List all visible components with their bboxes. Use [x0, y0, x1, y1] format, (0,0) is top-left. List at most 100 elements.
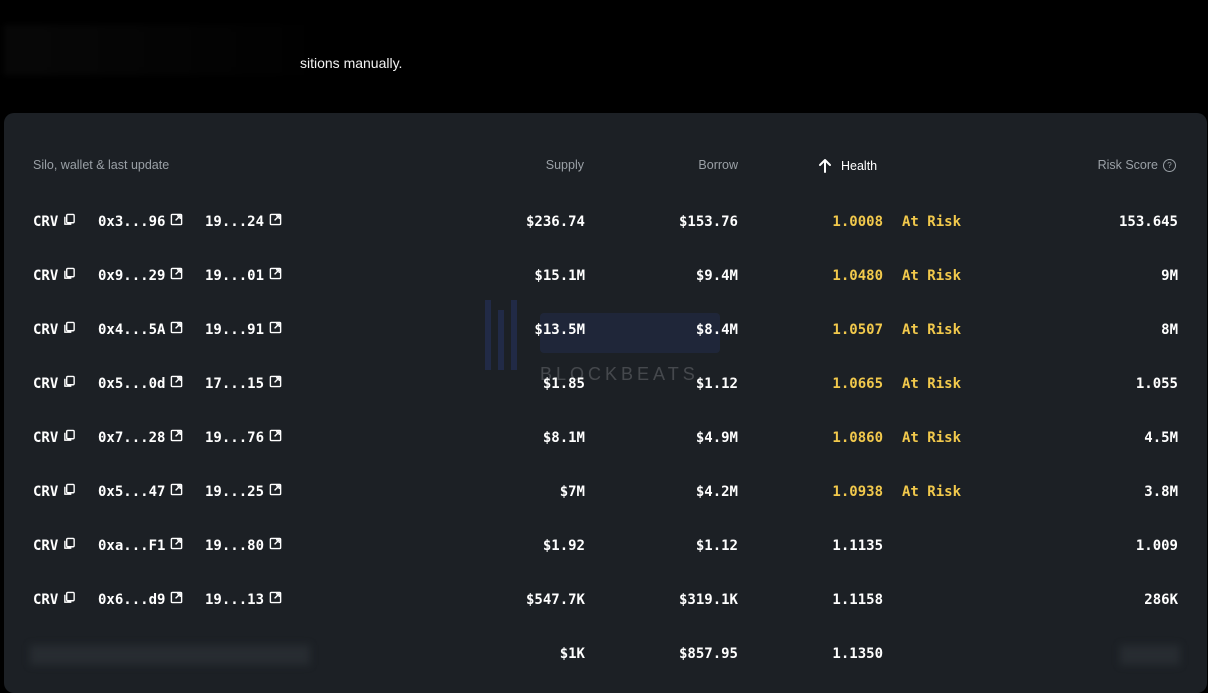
help-icon[interactable]: ?	[1163, 158, 1176, 172]
table-row[interactable]: CRV 0x6...d9 19...13 $547.7K $319.1K 1.1158 28…	[4, 573, 1207, 627]
table-row[interactable]: CRV 0x5...0d 17...15 $1.85 $1.12 1.0665 At Ris…	[4, 357, 1207, 411]
external-link-icon[interactable]	[170, 303, 183, 357]
asset-cell: CRV	[33, 195, 76, 249]
last-update[interactable]: 19...76	[205, 411, 264, 465]
risk-score-value: 153.645	[1118, 214, 1178, 230]
asset-label: CRV	[33, 592, 59, 608]
table-row[interactable]: CRV 0x9...29 19...01 $15.1M $9.4M 1.0480 At Ri…	[4, 249, 1207, 303]
external-link-icon[interactable]	[170, 249, 183, 303]
table-row[interactable]: CRV 0x4...5A 19...91 $13.5M $8.4M 1.0507 At Ri…	[4, 303, 1207, 357]
header-risk-label: Risk Score	[1097, 158, 1158, 172]
asset-cell: CRV	[33, 465, 76, 519]
external-link-icon[interactable]	[269, 465, 282, 519]
last-update[interactable]: 19...01	[205, 249, 264, 303]
wallet-address[interactable]: 0x7...28	[98, 411, 165, 465]
wallet-address[interactable]: 0x9...29	[98, 249, 165, 303]
borrow-value: $4.2M	[695, 484, 738, 500]
external-link-icon[interactable]	[170, 411, 183, 465]
last-update[interactable]: 17...15	[205, 357, 264, 411]
asset-label: CRV	[33, 538, 59, 554]
copy-icon[interactable]	[63, 249, 76, 303]
wallet-address[interactable]: 0x5...0d	[98, 357, 165, 411]
update-cell: 19...91	[205, 303, 282, 357]
external-link-icon[interactable]	[269, 357, 282, 411]
external-link-icon[interactable]	[269, 195, 282, 249]
external-link-icon[interactable]	[170, 357, 183, 411]
health-value: 1.0480	[832, 268, 883, 284]
table-row[interactable]: CRV 0x7...28 19...76 $8.1M $4.9M 1.0860 At Ris…	[4, 411, 1207, 465]
external-link-icon[interactable]	[269, 411, 282, 465]
blurred-row-text-right	[1120, 645, 1180, 665]
external-link-icon[interactable]	[269, 303, 282, 357]
copy-icon[interactable]	[63, 465, 76, 519]
borrow-value: $857.95	[678, 646, 738, 662]
external-link-icon[interactable]	[170, 519, 183, 573]
status-badge: At Risk	[902, 214, 962, 230]
wallet-cell: 0xa...F1	[98, 519, 183, 573]
external-link-icon[interactable]	[269, 573, 282, 627]
blurred-row-text	[30, 645, 310, 665]
external-link-icon[interactable]	[269, 519, 282, 573]
table-row[interactable]: CRV 0x5...47 19...25 $7M $4.2M 1.0938 At Risk 3…	[4, 465, 1207, 519]
supply-value: $547.7K	[525, 592, 585, 608]
supply-value: $7M	[559, 484, 585, 500]
health-value: 1.0860	[832, 430, 883, 446]
borrow-value: $1.12	[695, 538, 738, 554]
wallet-address[interactable]: 0x5...47	[98, 465, 165, 519]
header-health-label: Health	[841, 159, 878, 173]
asset-label: CRV	[33, 430, 59, 446]
health-value: 1.1135	[832, 538, 883, 554]
header-supply[interactable]: Supply	[546, 158, 584, 172]
wallet-cell: 0x5...0d	[98, 357, 183, 411]
health-value: 1.0008	[832, 214, 883, 230]
asset-label: CRV	[33, 214, 59, 230]
external-link-icon[interactable]	[170, 465, 183, 519]
blurred-intro-text	[4, 25, 304, 75]
supply-value: $1.85	[542, 376, 585, 392]
copy-icon[interactable]	[63, 573, 76, 627]
wallet-cell: 0x5...47	[98, 465, 183, 519]
last-update[interactable]: 19...80	[205, 519, 264, 573]
asset-cell: CRV	[33, 249, 76, 303]
last-update[interactable]: 19...24	[205, 195, 264, 249]
header-risk-score[interactable]: Risk Score ?	[1098, 158, 1176, 172]
copy-icon[interactable]	[63, 303, 76, 357]
risk-score-value: 8M	[1161, 322, 1178, 338]
wallet-address[interactable]: 0xa...F1	[98, 519, 165, 573]
status-badge: At Risk	[902, 376, 962, 392]
last-update[interactable]: 19...13	[205, 573, 264, 627]
update-cell: 17...15	[205, 357, 282, 411]
wallet-cell: 0x4...5A	[98, 303, 183, 357]
borrow-value: $9.4M	[695, 268, 738, 284]
copy-icon[interactable]	[63, 195, 76, 249]
header-borrow[interactable]: Borrow	[698, 158, 738, 172]
update-cell: 19...76	[205, 411, 282, 465]
supply-value: $13.5M	[534, 322, 585, 338]
update-cell: 19...13	[205, 573, 282, 627]
wallet-address[interactable]: 0x4...5A	[98, 303, 165, 357]
borrow-value: $8.4M	[695, 322, 738, 338]
asset-cell: CRV	[33, 573, 76, 627]
wallet-address[interactable]: 0x3...96	[98, 195, 165, 249]
copy-icon[interactable]	[63, 411, 76, 465]
wallet-cell: 0x3...96	[98, 195, 183, 249]
arrow-up-icon	[819, 159, 831, 173]
copy-icon[interactable]	[63, 357, 76, 411]
table-row[interactable]: CRV 0xa...F1 19...80 $1.92 $1.12 1.1135 1.009	[4, 519, 1207, 573]
table-row[interactable]: CRV 0x3...96 19...24 $236.74 $153.76 1.0008 At…	[4, 195, 1207, 249]
update-cell: 19...25	[205, 465, 282, 519]
external-link-icon[interactable]	[170, 195, 183, 249]
header-health[interactable]: Health	[817, 158, 877, 174]
last-update[interactable]: 19...25	[205, 465, 264, 519]
asset-label: CRV	[33, 322, 59, 338]
wallet-cell: 0x6...d9	[98, 573, 183, 627]
status-badge: At Risk	[902, 322, 962, 338]
wallet-address[interactable]: 0x6...d9	[98, 573, 165, 627]
copy-icon[interactable]	[63, 519, 76, 573]
external-link-icon[interactable]	[170, 573, 183, 627]
update-cell: 19...80	[205, 519, 282, 573]
last-update[interactable]: 19...91	[205, 303, 264, 357]
external-link-icon[interactable]	[269, 249, 282, 303]
wallet-cell: 0x7...28	[98, 411, 183, 465]
risk-score-value: 9M	[1161, 268, 1178, 284]
